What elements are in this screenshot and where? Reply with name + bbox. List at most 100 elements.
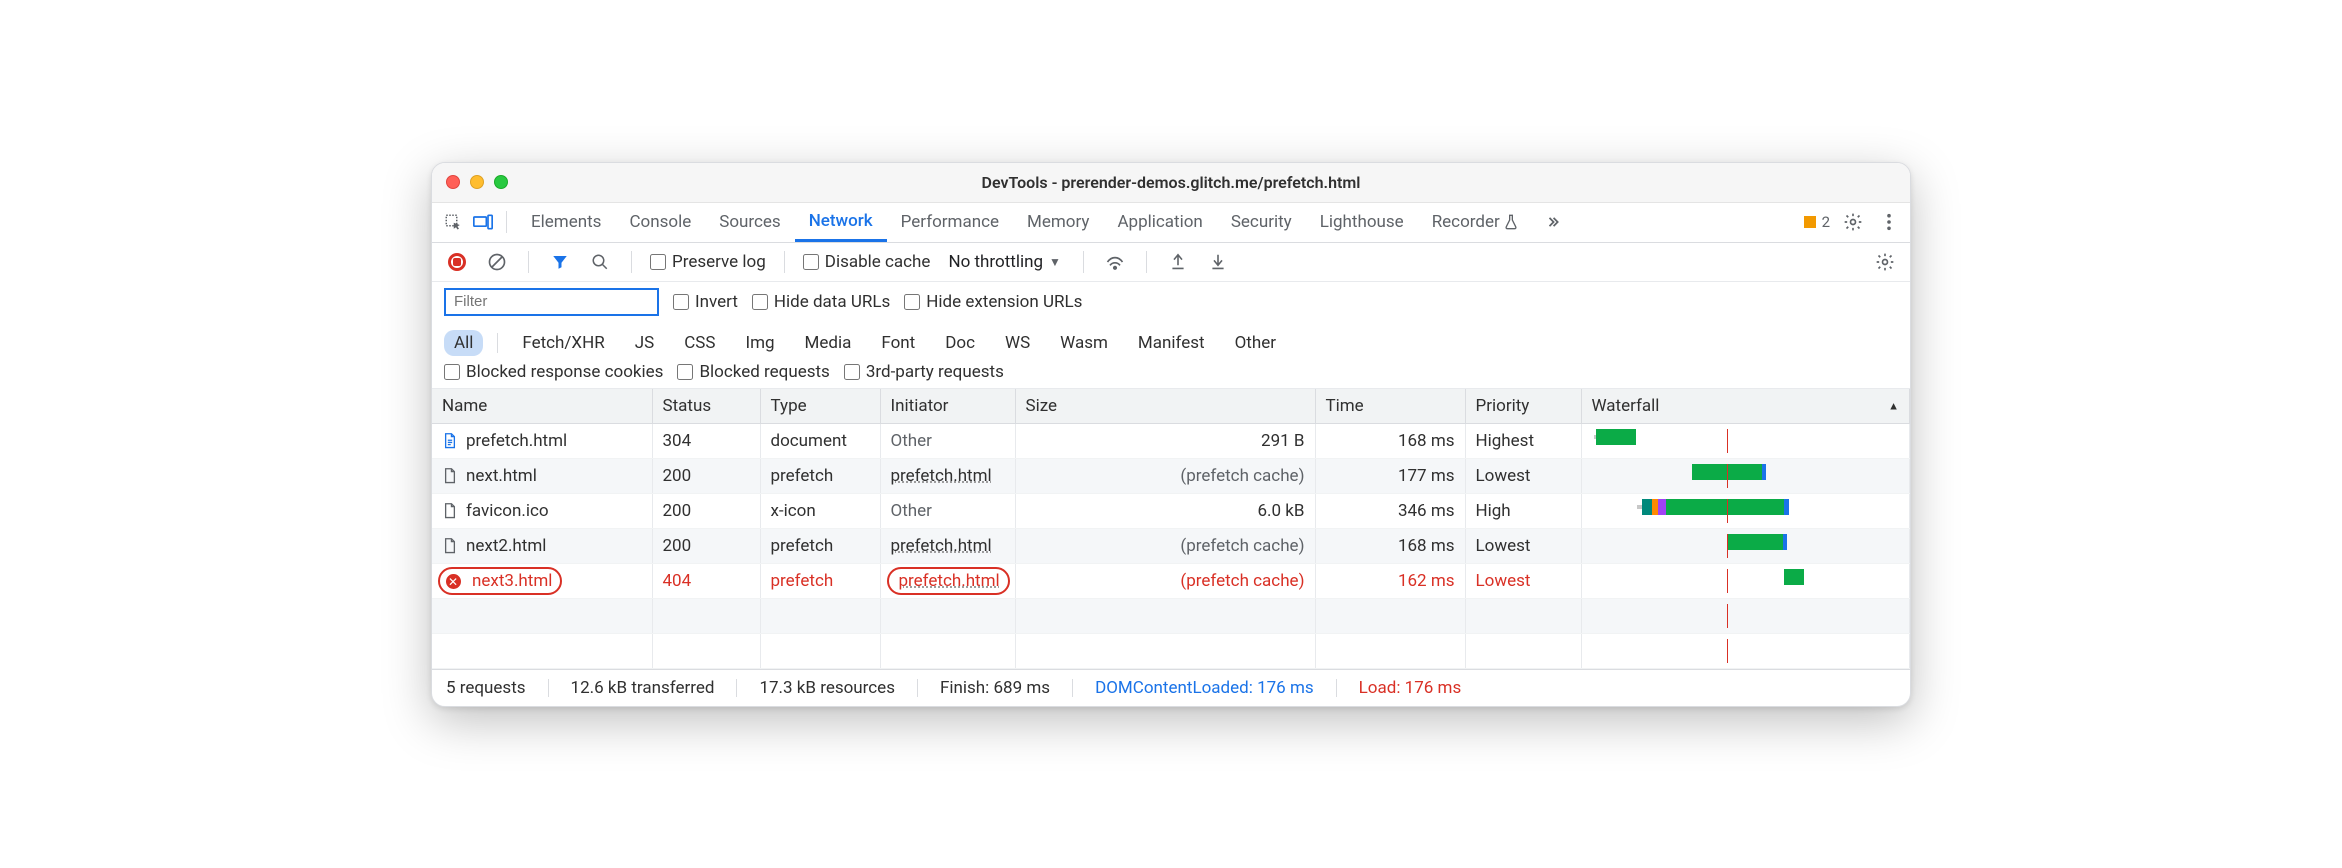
tab-memory[interactable]: Memory — [1013, 203, 1103, 242]
request-name: prefetch.html — [466, 431, 567, 451]
filter-input[interactable] — [444, 288, 659, 316]
invert-checkbox[interactable]: Invert — [673, 292, 738, 312]
col-waterfall[interactable]: Waterfall▲ — [1581, 389, 1910, 424]
type-filter-wasm[interactable]: Wasm — [1050, 330, 1118, 356]
clear-button[interactable] — [484, 249, 510, 275]
more-tabs-icon[interactable] — [1540, 209, 1566, 235]
type-filter-all[interactable]: All — [444, 330, 483, 356]
network-settings-icon[interactable] — [1872, 249, 1898, 275]
priority-cell: Lowest — [1465, 458, 1581, 493]
third-party-checkbox[interactable]: 3rd-party requests — [844, 362, 1004, 382]
preserve-log-checkbox[interactable]: Preserve log — [650, 252, 766, 272]
table-row[interactable]: favicon.ico200x-iconOther6.0 kB346 msHig… — [432, 493, 1910, 528]
blocked-cookies-checkbox[interactable]: Blocked response cookies — [444, 362, 663, 382]
type-filter-fetchxhr[interactable]: Fetch/XHR — [512, 330, 614, 356]
blocked-requests-checkbox[interactable]: Blocked requests — [677, 362, 829, 382]
zoom-window[interactable] — [494, 175, 508, 189]
tab-sources[interactable]: Sources — [705, 203, 794, 242]
time-cell: 162 ms — [1315, 563, 1465, 598]
hide-extension-urls-checkbox[interactable]: Hide extension URLs — [904, 292, 1082, 312]
close-window[interactable] — [446, 175, 460, 189]
size-cell: (prefetch cache) — [1015, 528, 1315, 563]
initiator-cell[interactable]: prefetch.html — [880, 458, 1015, 493]
type-filter-img[interactable]: Img — [735, 330, 784, 356]
status-cell: 200 — [652, 528, 760, 563]
request-name: favicon.ico — [466, 501, 549, 521]
record-button[interactable] — [444, 249, 470, 275]
device-toolbar-icon[interactable] — [470, 209, 496, 235]
col-priority[interactable]: Priority — [1465, 389, 1581, 424]
hide-data-urls-checkbox[interactable]: Hide data URLs — [752, 292, 890, 312]
type-cell: prefetch — [760, 563, 880, 598]
settings-icon[interactable] — [1840, 209, 1866, 235]
file-icon — [442, 503, 458, 519]
window-title: DevTools - prerender-demos.glitch.me/pre… — [432, 173, 1910, 192]
throttling-select[interactable]: No throttling▼ — [944, 250, 1064, 274]
table-row[interactable]: next2.html 200prefetchprefetch.html(prefe… — [432, 528, 1910, 563]
type-cell: document — [760, 423, 880, 458]
time-cell: 168 ms — [1315, 528, 1465, 563]
type-filter-manifest[interactable]: Manifest — [1128, 330, 1215, 356]
minimize-window[interactable] — [470, 175, 484, 189]
initiator-cell[interactable]: prefetch.html — [880, 528, 1015, 563]
col-size[interactable]: Size — [1015, 389, 1315, 424]
tab-security[interactable]: Security — [1217, 203, 1306, 242]
initiator-cell[interactable]: prefetch.html — [880, 563, 1015, 598]
status-cell: 304 — [652, 423, 760, 458]
network-table: NameStatusTypeInitiatorSizeTimePriorityW… — [432, 389, 1910, 669]
flask-icon — [1504, 214, 1518, 230]
table-row[interactable]: prefetch.html304documentOther291 B168 ms… — [432, 423, 1910, 458]
type-filter-css[interactable]: CSS — [674, 330, 725, 356]
status-transferred: 12.6 kB transferred — [571, 678, 715, 698]
status-load: Load: 176 ms — [1359, 678, 1462, 698]
kebab-menu-icon[interactable] — [1876, 209, 1902, 235]
tab-recorder[interactable]: Recorder — [1418, 203, 1532, 242]
inspect-icon[interactable] — [440, 209, 466, 235]
export-har-icon[interactable] — [1205, 249, 1231, 275]
search-icon[interactable] — [587, 249, 613, 275]
table-header-row: NameStatusTypeInitiatorSizeTimePriorityW… — [432, 389, 1910, 424]
col-status[interactable]: Status — [652, 389, 760, 424]
type-cell: prefetch — [760, 528, 880, 563]
status-resources: 17.3 kB resources — [759, 678, 895, 698]
type-filter-doc[interactable]: Doc — [935, 330, 985, 356]
priority-cell: High — [1465, 493, 1581, 528]
titlebar: DevTools - prerender-demos.glitch.me/pre… — [432, 163, 1910, 203]
tab-performance[interactable]: Performance — [887, 203, 1013, 242]
filter-icon[interactable] — [547, 249, 573, 275]
tab-console[interactable]: Console — [615, 203, 705, 242]
tab-elements[interactable]: Elements — [517, 203, 615, 242]
type-filter-media[interactable]: Media — [795, 330, 862, 356]
issues-badge[interactable]: 2 — [1804, 213, 1830, 231]
col-type[interactable]: Type — [760, 389, 880, 424]
resource-type-filters: All Fetch/XHR JS CSS Img Media Font Doc WS Wasm Ma… — [444, 330, 1286, 356]
type-filter-font[interactable]: Font — [871, 330, 925, 356]
network-toolbar: Preserve log Disable cache No throttling… — [432, 243, 1910, 282]
table-row[interactable]: ✕next3.html404prefetchprefetch.html(pref… — [432, 563, 1910, 598]
status-cell: 404 — [652, 563, 760, 598]
time-cell: 177 ms — [1315, 458, 1465, 493]
col-initiator[interactable]: Initiator — [880, 389, 1015, 424]
size-cell: (prefetch cache) — [1015, 563, 1315, 598]
request-name: next2.html — [466, 536, 546, 556]
type-filter-js[interactable]: JS — [625, 330, 664, 356]
type-cell: x-icon — [760, 493, 880, 528]
network-conditions-icon[interactable] — [1102, 249, 1128, 275]
col-time[interactable]: Time — [1315, 389, 1465, 424]
tab-network[interactable]: Network — [795, 203, 887, 242]
tab-application[interactable]: Application — [1103, 203, 1216, 242]
col-name[interactable]: Name — [432, 389, 652, 424]
table-row[interactable]: next.html200prefetchprefetch.html(prefet… — [432, 458, 1910, 493]
issues-count: 2 — [1822, 213, 1830, 231]
priority-cell: Lowest — [1465, 563, 1581, 598]
import-har-icon[interactable] — [1165, 249, 1191, 275]
type-filter-ws[interactable]: WS — [995, 330, 1040, 356]
waterfall-cell — [1581, 493, 1910, 528]
tab-lighthouse[interactable]: Lighthouse — [1306, 203, 1418, 242]
type-filter-other[interactable]: Other — [1225, 330, 1286, 356]
disable-cache-checkbox[interactable]: Disable cache — [803, 252, 931, 272]
status-finish: Finish: 689 ms — [940, 678, 1050, 698]
table-row-empty — [432, 633, 1910, 668]
initiator-cell: Other — [880, 423, 1015, 458]
traffic-lights — [446, 175, 508, 189]
